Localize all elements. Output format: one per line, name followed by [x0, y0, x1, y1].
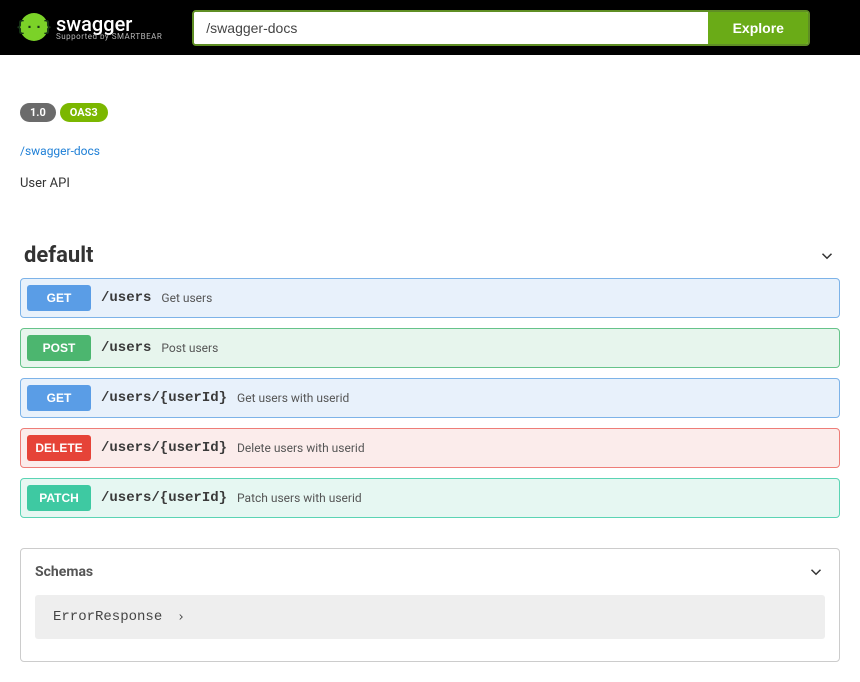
operation-path: /users	[101, 340, 151, 356]
operation-row[interactable]: PATCH/users/{userId} Patch users with use…	[20, 478, 840, 518]
schemas-section: Schemas ErrorResponse	[20, 548, 840, 662]
search-bar: Explore	[192, 10, 810, 46]
swagger-logo-icon: {··}	[20, 13, 48, 41]
schema-name: ErrorResponse	[53, 609, 162, 625]
api-description: User API	[20, 176, 840, 191]
operation-summary: Patch users with userid	[237, 491, 362, 505]
version-badge: 1.0	[20, 103, 56, 122]
operation-summary: Delete users with userid	[237, 441, 365, 455]
swagger-logo[interactable]: {··} swagger Supported by SMARTBEAR	[20, 13, 162, 42]
spec-url-input[interactable]	[194, 12, 708, 44]
oas-badge: OAS3	[60, 103, 108, 122]
operation-path: /users/{userId}	[101, 440, 227, 456]
chevron-right-icon	[176, 612, 186, 622]
topbar: {··} swagger Supported by SMARTBEAR Expl…	[0, 0, 860, 55]
tag-name: default	[24, 243, 94, 268]
operation-row[interactable]: GET/users/{userId} Get users with userid	[20, 378, 840, 418]
operation-summary: Get users	[161, 291, 212, 305]
docs-link[interactable]: /swagger-docs	[20, 144, 100, 158]
schema-item[interactable]: ErrorResponse	[35, 595, 825, 639]
schemas-title: Schemas	[35, 564, 93, 580]
logo-subtext: Supported by SMARTBEAR	[56, 33, 162, 42]
method-badge: GET	[27, 385, 91, 411]
operation-summary: Post users	[161, 341, 218, 355]
method-badge: POST	[27, 335, 91, 361]
operation-row[interactable]: POST/users Post users	[20, 328, 840, 368]
operation-path: /users/{userId}	[101, 490, 227, 506]
operation-row[interactable]: GET/users Get users	[20, 278, 840, 318]
operation-summary: Get users with userid	[237, 391, 349, 405]
schemas-header[interactable]: Schemas	[35, 563, 825, 581]
chevron-down-icon	[807, 563, 825, 581]
operation-path: /users/{userId}	[101, 390, 227, 406]
operation-path: /users	[101, 290, 151, 306]
tag-header-default[interactable]: default	[20, 239, 840, 278]
explore-button[interactable]: Explore	[708, 12, 808, 44]
main-content: 1.0 OAS3 /swagger-docs User API default …	[0, 55, 860, 682]
operations-list: GET/users Get users POST/users Post users GE…	[20, 278, 840, 518]
operation-row[interactable]: DELETE/users/{userId} Delete users with u…	[20, 428, 840, 468]
method-badge: GET	[27, 285, 91, 311]
schemas-list: ErrorResponse	[35, 595, 825, 639]
info-badges: 1.0 OAS3	[20, 101, 840, 122]
method-badge: DELETE	[27, 435, 91, 461]
method-badge: PATCH	[27, 485, 91, 511]
chevron-down-icon	[818, 247, 836, 265]
